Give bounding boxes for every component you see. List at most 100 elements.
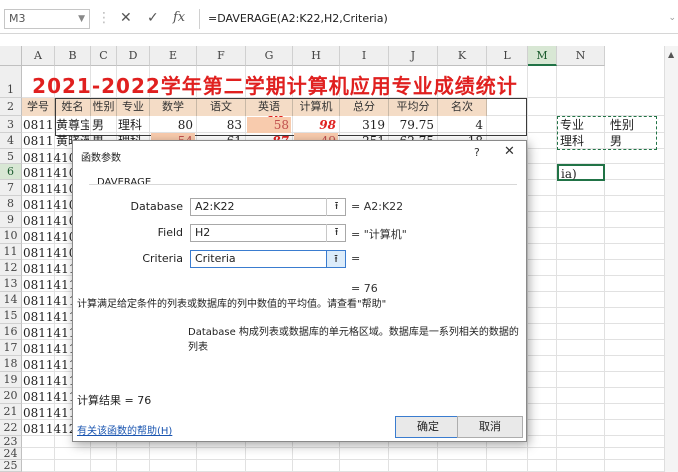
criteria-input[interactable]: Criteria xyxy=(190,250,346,268)
cancel-icon[interactable]: ✕ xyxy=(120,11,132,25)
column-header[interactable]: N xyxy=(557,46,605,66)
column-header[interactable]: L xyxy=(487,46,528,66)
student-id-cell[interactable]: 0811411 xyxy=(23,293,72,309)
row-header[interactable]: 6 xyxy=(0,164,22,180)
row-header[interactable]: 8 xyxy=(0,196,22,212)
criteria-value-gender[interactable]: 男 xyxy=(610,133,622,149)
row-header[interactable]: 16 xyxy=(0,324,22,340)
column-header[interactable]: F xyxy=(197,46,246,66)
collapse-dialog-icon[interactable]: ⭱ xyxy=(326,250,346,268)
row-header[interactable]: 17 xyxy=(0,340,22,356)
row-header[interactable]: 15 xyxy=(0,308,22,324)
enter-icon[interactable]: ✓ xyxy=(147,11,159,25)
expand-formula-icon[interactable]: ⌄ xyxy=(668,13,676,23)
row-header[interactable]: 2 xyxy=(0,98,22,116)
column-header[interactable]: A xyxy=(22,46,55,66)
table-cell[interactable]: 4 xyxy=(439,117,485,133)
row-header[interactable]: 21 xyxy=(0,404,22,420)
column-header[interactable]: D xyxy=(117,46,150,66)
row-header[interactable]: 19 xyxy=(0,372,22,388)
collapse-dialog-icon[interactable]: ⭱ xyxy=(326,224,346,242)
row-header[interactable]: 22 xyxy=(0,420,22,436)
row-header[interactable]: 3 xyxy=(0,116,22,133)
table-cell[interactable]: 黄尊宝 xyxy=(56,117,89,133)
formula-input[interactable]: =DAVERAGE(A2:K22,H2,Criteria) xyxy=(199,9,669,29)
insert-function-icon[interactable]: fx xyxy=(173,11,185,25)
table-cell[interactable]: 79.75 xyxy=(390,117,436,133)
collapse-dialog-icon[interactable]: ⭱ xyxy=(326,198,346,216)
table-cell[interactable]: 男 xyxy=(92,117,115,133)
cancel-button[interactable]: 取消 xyxy=(457,416,523,438)
student-id-cell[interactable]: 0811410 xyxy=(23,197,72,213)
student-id-cell[interactable]: 0811411 xyxy=(23,389,72,405)
column-header[interactable]: M xyxy=(528,46,557,66)
row-header[interactable]: 11 xyxy=(0,244,22,260)
field-label: Field xyxy=(157,226,183,239)
student-id-cell[interactable]: 0811411 xyxy=(23,325,72,341)
table-cell[interactable]: 83 xyxy=(198,117,244,133)
student-id-cell[interactable]: 0811411 xyxy=(23,357,72,373)
close-icon[interactable]: ✕ xyxy=(504,144,515,159)
student-id-cell[interactable]: 0811410 xyxy=(23,229,72,245)
row-header[interactable]: 7 xyxy=(0,180,22,196)
argument-description: Database 构成列表或数据库的单元格区域。数据库是一系列相关的数据的列表 xyxy=(188,327,519,353)
column-header[interactable]: I xyxy=(340,46,389,66)
row-header[interactable]: 18 xyxy=(0,356,22,372)
table-cell[interactable]: 08114100 xyxy=(23,133,53,149)
student-id-cell[interactable]: 0811410 xyxy=(23,213,72,229)
column-header[interactable]: E xyxy=(150,46,197,66)
table-cell[interactable]: 319 xyxy=(341,117,387,133)
row-header[interactable]: 10 xyxy=(0,228,22,244)
row-header[interactable]: 9 xyxy=(0,212,22,228)
chevron-down-icon[interactable]: ▼ xyxy=(78,10,85,28)
database-result: = A2:K22 xyxy=(351,200,404,213)
row-header[interactable]: 14 xyxy=(0,292,22,308)
function-help-link[interactable]: 有关该函数的帮助(H) xyxy=(77,422,172,437)
table-cell[interactable]: 58 xyxy=(247,117,291,133)
name-box[interactable]: M3 ▼ xyxy=(4,9,90,29)
student-id-cell[interactable]: 0811410 xyxy=(23,181,72,197)
criteria-header-major[interactable]: 专业 xyxy=(560,117,584,133)
student-id-cell[interactable]: 0811411 xyxy=(23,261,72,277)
column-header[interactable]: H xyxy=(293,46,340,66)
function-description: 计算满足给定条件的列表或数据库的列中数值的平均值。请查看"帮助" xyxy=(77,299,387,310)
database-input[interactable]: A2:K22 xyxy=(190,198,346,216)
formula-bar: M3 ▼ ⋮ ✕ ✓ fx =DAVERAGE(A2:K22,H2,Criter… xyxy=(0,0,678,34)
student-id-cell[interactable]: 0811412 xyxy=(23,421,72,437)
student-id-cell[interactable]: 0811411 xyxy=(23,277,72,293)
row-header[interactable]: 20 xyxy=(0,388,22,404)
student-id-cell[interactable]: 0811411 xyxy=(23,405,72,421)
row-header[interactable]: 25 xyxy=(0,460,22,472)
help-icon[interactable]: ? xyxy=(474,146,480,159)
student-id-cell[interactable]: 0811410 xyxy=(23,245,72,261)
table-cell[interactable]: 理科 xyxy=(118,117,148,133)
row-header[interactable]: 4 xyxy=(0,133,22,149)
table-header-cell[interactable]: 学号 xyxy=(22,98,55,116)
ok-button[interactable]: 确定 xyxy=(395,416,461,438)
table-cell[interactable]: 98 xyxy=(294,117,338,133)
column-header[interactable]: K xyxy=(438,46,487,66)
cell-m6[interactable]: ia) xyxy=(561,166,577,182)
field-input[interactable]: H2 xyxy=(190,224,346,242)
vertical-scrollbar[interactable]: ▲ xyxy=(664,46,678,472)
criteria-header-gender[interactable]: 性别 xyxy=(610,117,634,133)
column-header[interactable]: C xyxy=(91,46,117,66)
student-id-cell[interactable]: 0811411 xyxy=(23,341,72,357)
table-cell[interactable]: 80 xyxy=(151,117,195,133)
dialog-title: 函数参数 xyxy=(81,153,121,164)
column-header[interactable]: J xyxy=(389,46,438,66)
column-header[interactable]: B xyxy=(55,46,91,66)
row-header[interactable]: 1 xyxy=(0,66,22,98)
student-id-cell[interactable]: 0811411 xyxy=(23,309,72,325)
student-id-cell[interactable]: 0811410 xyxy=(23,165,72,181)
column-header[interactable]: G xyxy=(246,46,293,66)
criteria-value-major[interactable]: 理科 xyxy=(560,133,584,149)
row-header[interactable]: 5 xyxy=(0,149,22,164)
row-header[interactable]: 13 xyxy=(0,276,22,292)
scroll-up-icon[interactable]: ▲ xyxy=(668,50,674,59)
student-id-cell[interactable]: 0811410 xyxy=(23,150,72,166)
select-all-corner[interactable] xyxy=(0,46,22,66)
table-cell[interactable]: 08114101 xyxy=(23,117,53,133)
student-id-cell[interactable]: 0811411 xyxy=(23,373,72,389)
row-header[interactable]: 12 xyxy=(0,260,22,276)
